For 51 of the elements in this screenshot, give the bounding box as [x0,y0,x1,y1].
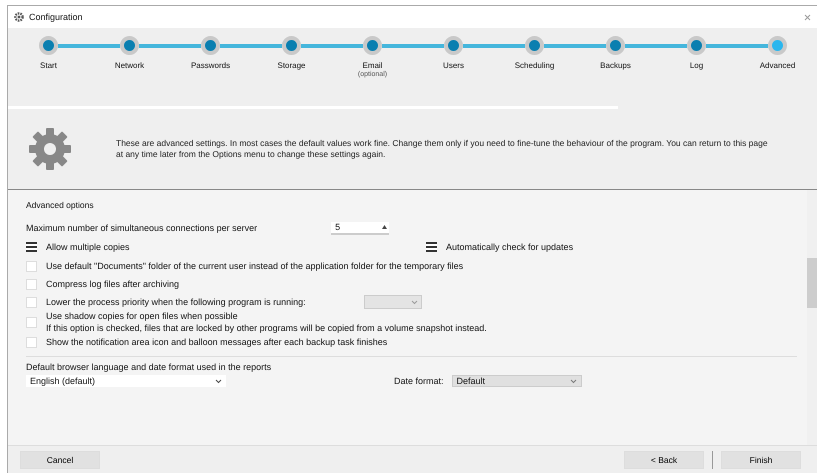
spinner-label: Maximum number of simultaneous connections per server [26,223,258,233]
step-label: Start [40,61,57,70]
section-title: Advanced options [26,200,95,210]
step-label: Passwords [190,61,230,70]
up-arrow-icon[interactable] [382,225,388,229]
step-node[interactable] [363,36,382,55]
window-title: Configuration [29,12,84,22]
step-node[interactable] [39,36,58,55]
chevron-down-icon [410,300,418,304]
step-label: Log [690,61,704,70]
checkbox[interactable] [426,242,437,252]
chevron-down-icon [215,378,222,384]
back-button[interactable]: < Back [624,451,704,469]
scrollbar-thumb[interactable] [807,258,817,308]
header-description: These are advanced settings. In most cases the default values work fine. Change them only if you need to fine-tune the behaviour of the program. You can return to this page at any time later from the Options menu to change these settings again. [116,138,769,160]
step-label: Email [362,61,382,70]
step-node[interactable] [444,36,463,55]
step-label: Backups [600,61,631,70]
option-label: Lower the process priority when the following program is running: [46,297,306,307]
option-label: Show the notification area icon and balloon messages after each backup task finishes [46,337,388,347]
date-format-dropdown[interactable]: Default [452,375,582,387]
close-icon[interactable] [804,14,811,20]
step-label: Users [443,61,464,70]
step-node[interactable] [282,36,301,55]
step-label: Scheduling [514,61,554,70]
option-label: Compress log files after archiving [46,279,180,289]
chevron-down-icon [570,378,577,384]
date-format-label: Date format: [394,376,444,386]
finish-button[interactable]: Finish [721,451,801,469]
step-node[interactable] [768,36,787,55]
option-label: Allow multiple copies [46,242,130,252]
step-label: Network [114,61,144,70]
option-label: Use default "Documents" folder of the current user instead of the application folder for the temporary files [46,261,464,271]
language-dropdown[interactable]: English (default) [26,375,226,387]
spinner-value: 5 [335,222,340,232]
gear-icon [14,12,24,22]
step-node[interactable] [201,36,220,55]
option-label: Use shadow copies for open files when possible [46,311,239,321]
option-description: If this option is checked, files that are locked by other programs will be copied from a volume snapshot instead. [46,323,487,333]
step-node[interactable] [606,36,625,55]
step-node[interactable] [525,36,544,55]
gear-icon [28,127,72,171]
step-label: Storage [277,61,306,70]
step-node[interactable] [120,36,139,55]
step-node[interactable] [687,36,706,55]
number-spinner[interactable]: 5 [331,222,390,234]
step-label: Advanced [760,61,796,70]
checkbox[interactable] [26,242,37,252]
option-label: Automatically check for updates [446,242,574,252]
section-title: Default browser language and date format used in the reports [26,362,272,372]
cancel-button[interactable]: Cancel [20,451,100,469]
